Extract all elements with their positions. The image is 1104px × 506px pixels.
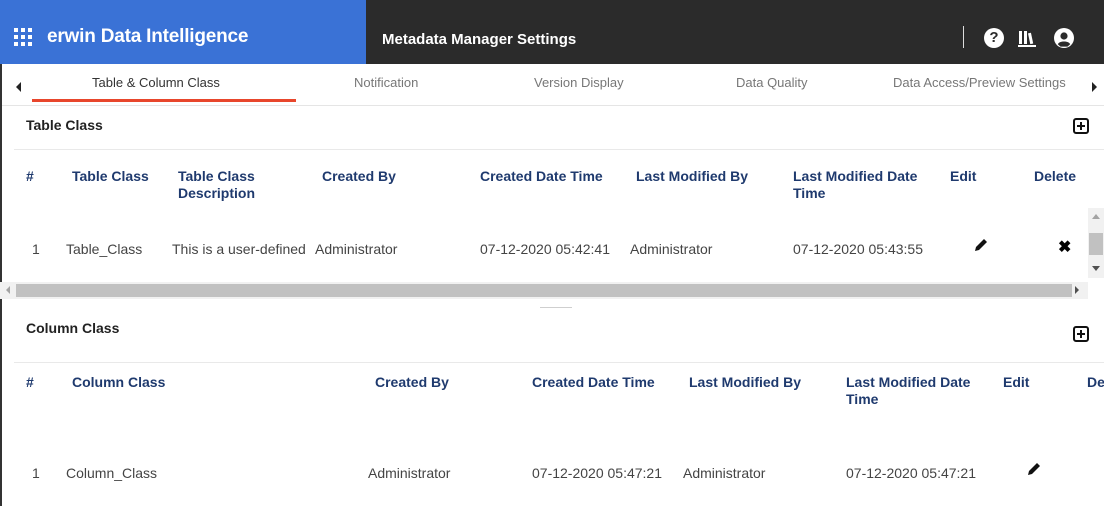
column-header-last-modified-by[interactable]: Last Modified By bbox=[689, 374, 801, 391]
column-header-column-class[interactable]: Column Class bbox=[72, 374, 165, 391]
table-class-vertical-scrollbar[interactable] bbox=[1088, 208, 1104, 278]
scroll-down-icon[interactable] bbox=[1092, 266, 1100, 271]
app-grid-icon[interactable] bbox=[14, 28, 32, 46]
column-header-number: # bbox=[26, 168, 34, 184]
edit-icon[interactable] bbox=[1026, 461, 1042, 477]
active-tab-indicator bbox=[32, 99, 296, 102]
tab-scroll-left-icon[interactable] bbox=[16, 82, 21, 92]
tab-notification[interactable]: Notification bbox=[354, 75, 418, 90]
help-icon[interactable]: ? bbox=[984, 28, 1004, 48]
tab-table-column-class[interactable]: Table & Column Class bbox=[92, 75, 220, 90]
row-number: 1 bbox=[32, 465, 40, 481]
column-header-edit: Edit bbox=[1003, 374, 1030, 390]
column-header-created-date-time[interactable]: Created Date Time bbox=[480, 168, 603, 185]
column-header-delete: De bbox=[1087, 374, 1104, 390]
table-class-section-title: Table Class bbox=[26, 117, 103, 133]
add-table-class-icon[interactable] bbox=[1073, 118, 1089, 134]
column-header-created-date-time[interactable]: Created Date Time bbox=[532, 374, 655, 391]
created-by: Administrator bbox=[315, 241, 398, 257]
section-splitter-handle[interactable] bbox=[540, 307, 572, 308]
page-title: Metadata Manager Settings bbox=[382, 31, 577, 48]
brand-area: erwin Data Intelligence bbox=[0, 0, 366, 64]
created-date-time: 07-12-2020 05:42:41 bbox=[480, 241, 610, 257]
tab-data-quality[interactable]: Data Quality bbox=[736, 75, 808, 90]
user-account-icon[interactable] bbox=[1054, 28, 1074, 48]
tab-version-display[interactable]: Version Display bbox=[534, 75, 624, 90]
scroll-up-icon[interactable] bbox=[1092, 214, 1100, 219]
table-class-description: This is a user-defined bbox=[172, 241, 306, 257]
last-modified-date-time: 07-12-2020 05:43:55 bbox=[793, 241, 923, 257]
scroll-thumb[interactable] bbox=[16, 284, 1072, 297]
column-header-delete: Delete bbox=[1034, 168, 1077, 184]
column-header-created-by[interactable]: Created By bbox=[322, 168, 396, 185]
tab-scroll-right-icon[interactable] bbox=[1092, 82, 1097, 92]
last-modified-by: Administrator bbox=[683, 465, 766, 481]
settings-tabs: Table & Column Class Notification Versio… bbox=[0, 64, 1104, 106]
table-class-name: Table_Class bbox=[66, 241, 143, 257]
last-modified-date-time: 07-12-2020 05:47:21 bbox=[846, 465, 976, 481]
column-header-last-modified-by[interactable]: Last Modified By bbox=[636, 168, 748, 185]
last-modified-by: Administrator bbox=[630, 241, 713, 257]
scroll-thumb[interactable] bbox=[1089, 233, 1103, 255]
column-header-table-class-description[interactable]: Table Class Description bbox=[178, 168, 278, 202]
divider bbox=[14, 362, 1104, 363]
column-header-table-class[interactable]: Table Class bbox=[72, 168, 149, 185]
row-number: 1 bbox=[32, 241, 40, 257]
header-bar: Metadata Manager Settings ? bbox=[366, 0, 1104, 64]
tab-data-access-preview-settings[interactable]: Data Access/Preview Settings bbox=[893, 75, 1066, 90]
scroll-left-icon[interactable] bbox=[6, 286, 10, 294]
brand-title: erwin Data Intelligence bbox=[47, 26, 249, 47]
column-header-last-modified-date-time[interactable]: Last Modified Date Time bbox=[793, 168, 933, 202]
library-icon[interactable] bbox=[1017, 28, 1037, 48]
column-header-number: # bbox=[26, 374, 34, 390]
column-header-created-by[interactable]: Created By bbox=[375, 374, 449, 391]
column-header-last-modified-date-time[interactable]: Last Modified Date Time bbox=[846, 374, 986, 408]
column-class-name: Column_Class bbox=[66, 465, 158, 481]
delete-icon[interactable]: ✖ bbox=[1058, 240, 1071, 256]
column-header-edit: Edit bbox=[950, 168, 977, 184]
created-date-time: 07-12-2020 05:47:21 bbox=[532, 465, 662, 481]
top-bar: erwin Data Intelligence Metadata Manager… bbox=[0, 0, 1104, 64]
add-column-class-icon[interactable] bbox=[1073, 326, 1089, 342]
edit-icon[interactable] bbox=[973, 237, 989, 253]
column-class-section-title: Column Class bbox=[26, 320, 120, 336]
table-class-horizontal-scrollbar[interactable] bbox=[0, 282, 1088, 299]
created-by: Administrator bbox=[368, 465, 451, 481]
scroll-right-icon[interactable] bbox=[1075, 286, 1079, 294]
header-divider bbox=[963, 26, 964, 48]
divider bbox=[14, 149, 1104, 150]
